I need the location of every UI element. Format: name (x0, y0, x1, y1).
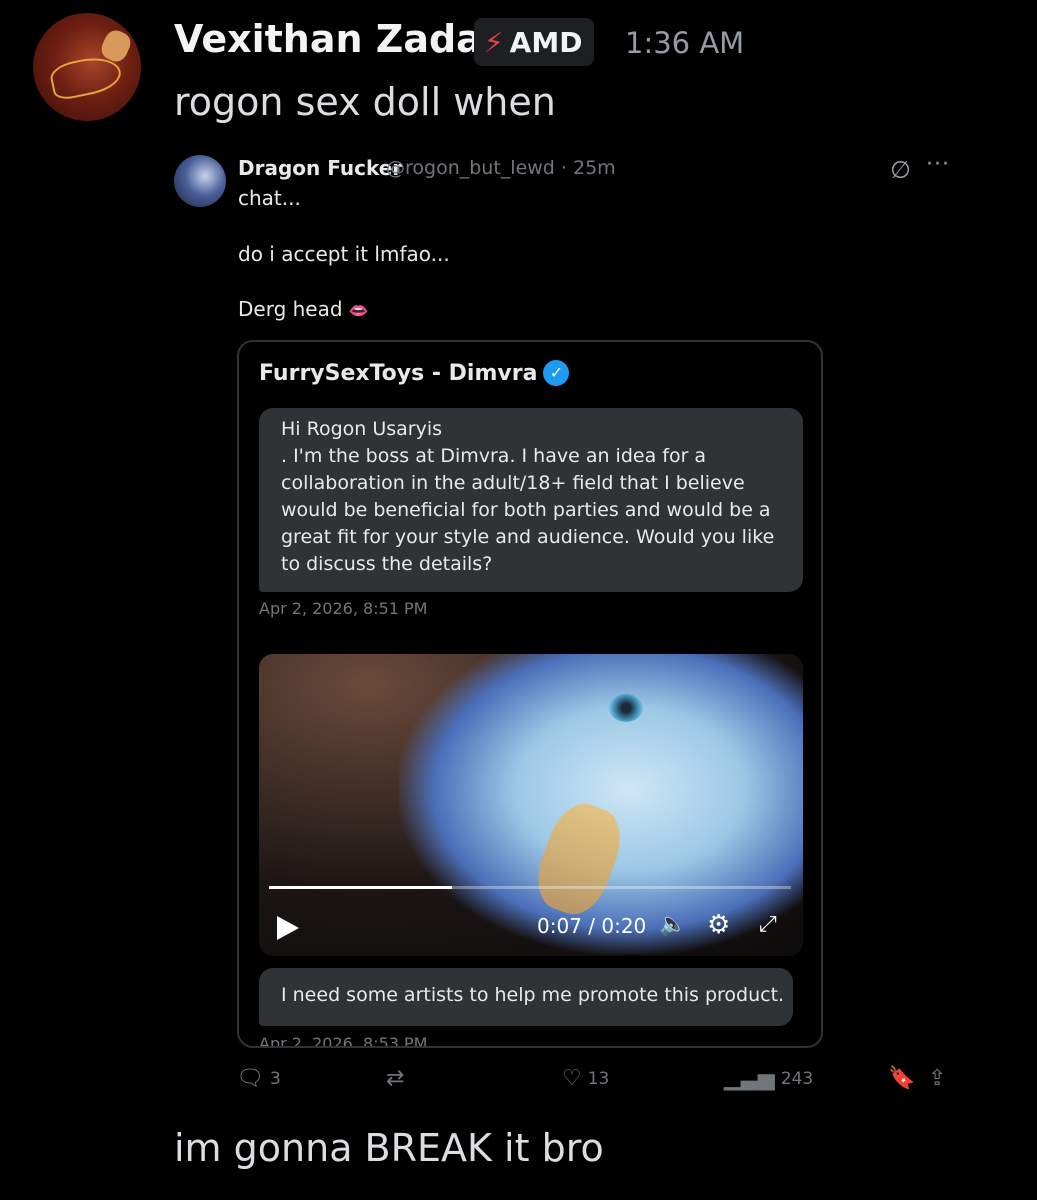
reply-count: 3 (269, 1068, 281, 1089)
dm-message-line: would be beneficial for both parties and… (281, 499, 771, 521)
heart-icon: ♡ (562, 1066, 582, 1091)
dm-message-line: to discuss the details? (281, 553, 493, 575)
message-text-bottom: im gonna BREAK it bro (174, 1126, 604, 1170)
user-avatar[interactable] (33, 13, 141, 121)
server-tag-label: AMD (509, 25, 583, 59)
dm-message-line: collaboration in the adult/18+ field tha… (281, 472, 745, 494)
dragon-head-image (399, 654, 803, 954)
username[interactable]: Vexithan Zadae (174, 17, 508, 61)
video-time: 0:07 / 0:20 (537, 914, 647, 938)
tweet-text-line-2: do i accept it lmfao... (238, 242, 450, 266)
server-tag-badge[interactable]: ⚡ AMD (474, 18, 595, 66)
like-button[interactable]: ♡ 13 (562, 1066, 609, 1091)
retweet-icon: ⇄ (386, 1066, 405, 1091)
bookmark-icon: 🔖 (888, 1066, 916, 1091)
reply-button[interactable]: 🗨 3 (236, 1066, 281, 1091)
dm-date-1: Apr 2, 2026, 8:51 PM (259, 599, 428, 618)
tweet-author-handle: @rogon_but_lewd · 25m (386, 157, 616, 179)
play-icon[interactable] (277, 916, 299, 940)
retweet-button[interactable]: ⇄ (386, 1066, 404, 1091)
like-count: 13 (587, 1068, 610, 1089)
tweet-text-line-1: chat... (238, 186, 301, 210)
dm-message-line: great fit for your style and audience. W… (281, 526, 775, 548)
fullscreen-expand-icon[interactable]: ⤢ (759, 912, 777, 937)
tweet-action-bar: 🗨 3 ⇄ ♡ 13 ▁▃▅ 243 🔖 ⇪ (0, 1066, 1037, 1096)
video-player[interactable]: 0:07 / 0:20 🔈 ⚙ ⤢ (259, 654, 803, 956)
grok-icon: ∅ (890, 156, 911, 184)
verified-badge-icon: ✓ (543, 360, 570, 386)
dm-message-bubble-2: I need some artists to help me promote t… (259, 968, 793, 1026)
more-options-icon: ··· (926, 152, 950, 177)
dm-message-line: Hi Rogon Usaryis (281, 418, 443, 440)
views-button[interactable]: ▁▃▅ 243 (724, 1066, 813, 1091)
message-timestamp: 1:36 AM (625, 26, 745, 60)
tweet-author-name: Dragon Fucker (238, 156, 403, 180)
lips-icon: 👄 (348, 301, 369, 320)
quoted-dm-card: FurrySexToys - Dimvra ✓ Hi Rogon Usaryis… (237, 340, 823, 1048)
reply-icon: 🗨 (236, 1066, 264, 1091)
video-progress-fill (269, 886, 452, 889)
views-icon: ▁▃▅ (724, 1066, 775, 1091)
share-button[interactable]: ⇪ (928, 1066, 946, 1091)
dm-date-2: Apr 2, 2026, 8:53 PM (259, 1034, 428, 1048)
volume-icon[interactable]: 🔈 (659, 912, 686, 937)
tweet-text-line-3: Derg head 👄 (238, 297, 369, 321)
message-text-top: rogon sex doll when (174, 80, 556, 124)
dm-sender-name: FurrySexToys - Dimvra (259, 360, 538, 386)
settings-gear-icon[interactable]: ⚙ (707, 910, 730, 940)
tweet-author-avatar (174, 155, 226, 207)
share-icon: ⇪ (928, 1066, 947, 1091)
video-progress-bar[interactable] (269, 886, 791, 889)
lightning-bolt-icon: ⚡ (484, 25, 504, 59)
tweet-text-derg: Derg head (238, 297, 343, 321)
dm-sender-title: FurrySexToys - Dimvra ✓ (259, 360, 570, 386)
view-count: 243 (780, 1068, 814, 1089)
dm-message-bubble-1: Hi Rogon Usaryis . I'm the boss at Dimvr… (259, 408, 803, 592)
dragon-eye (609, 694, 643, 722)
bookmark-button[interactable]: 🔖 (888, 1066, 915, 1091)
dm-message-line: . I'm the boss at Dimvra. I have an idea… (281, 445, 707, 467)
